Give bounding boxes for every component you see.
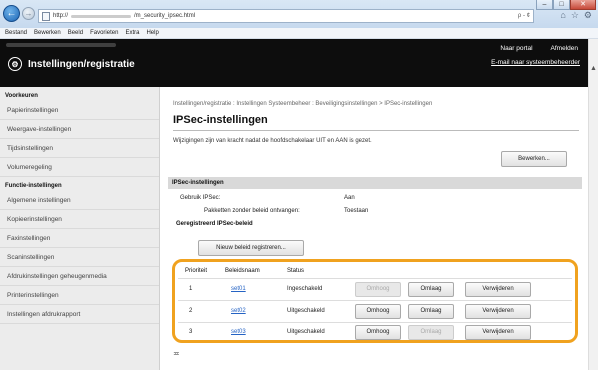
sidebar-item-fax[interactable]: Faxinstellingen bbox=[0, 229, 159, 248]
remove-button[interactable]: Verwijderen bbox=[465, 325, 531, 340]
row-priority: 2 bbox=[189, 308, 193, 314]
sidebar-item-display[interactable]: Weergave-instellingen bbox=[0, 120, 159, 139]
edit-button[interactable]: Bewerken... bbox=[501, 151, 567, 167]
menu-item-tools[interactable]: Extra bbox=[125, 28, 139, 38]
policy-name-link[interactable]: set02 bbox=[231, 308, 246, 314]
scrollbar[interactable]: ▲ bbox=[588, 39, 598, 370]
page-end-icon: ≖ bbox=[173, 349, 180, 358]
move-up-button[interactable]: Omhoog bbox=[355, 304, 401, 319]
logout-link[interactable]: Afmelden bbox=[551, 45, 578, 52]
address-host-redacted bbox=[71, 14, 132, 18]
maximize-icon[interactable]: □ bbox=[553, 0, 570, 10]
app-header: Naar portal Afmelden E-mail naar systeem… bbox=[0, 39, 588, 87]
sidebar: Voorkeuren Papierinstellingen Weergave-i… bbox=[0, 87, 160, 370]
settings-icon: ⚙ bbox=[8, 57, 22, 71]
app-title: Instellingen/registratie bbox=[28, 58, 135, 70]
menu-item-edit[interactable]: Bewerken bbox=[34, 28, 61, 38]
window-controls: – □ ✕ bbox=[536, 0, 596, 10]
gear-icon[interactable]: ⚙ bbox=[584, 10, 592, 21]
row-status: Uitgeschakeld bbox=[287, 308, 325, 314]
register-new-policy-button[interactable]: Nieuw beleid registreren... bbox=[198, 240, 304, 256]
sidebar-item-paper[interactable]: Papierinstellingen bbox=[0, 101, 159, 120]
browser-chrome: – □ ✕ ← → http:// /m_security_ipsec.html… bbox=[0, 0, 598, 28]
use-ipsec-label: Gebruik IPSec: bbox=[180, 195, 221, 201]
policy-table: Prioriteit Beleidsnaam Status 1 set01 In… bbox=[172, 259, 578, 343]
breadcrumb: Instellingen/registratie : Instellingen … bbox=[173, 101, 433, 107]
back-icon[interactable]: ← bbox=[3, 5, 20, 22]
address-bar[interactable]: http:// /m_security_ipsec.html ρ - ¢ bbox=[38, 9, 534, 23]
sidebar-item-media-print[interactable]: Afdrukinstellingen geheugenmedia bbox=[0, 267, 159, 286]
move-up-button[interactable]: Omhoog bbox=[355, 282, 401, 297]
address-path: /m_security_ipsec.html bbox=[134, 13, 196, 19]
col-priority: Prioriteit bbox=[185, 268, 208, 274]
accept-packets-label: Pakketten zonder beleid ontvangen: bbox=[204, 208, 300, 214]
use-ipsec-value: Aan bbox=[344, 195, 355, 201]
page-icon bbox=[42, 11, 50, 21]
sidebar-item-copy[interactable]: Kopieerinstellingen bbox=[0, 210, 159, 229]
portal-link[interactable]: Naar portal bbox=[500, 45, 532, 52]
restart-note: Wijzigingen zijn van kracht nadat de hoo… bbox=[173, 138, 372, 144]
col-status: Status bbox=[287, 268, 305, 274]
email-admin-link[interactable]: E-mail naar systeembeheerder bbox=[491, 59, 580, 66]
home-icon[interactable]: ⌂ bbox=[560, 10, 565, 21]
move-up-button[interactable]: Omhoog bbox=[355, 325, 401, 340]
device-name-redacted bbox=[6, 43, 116, 47]
browser-window: – □ ✕ ← → http:// /m_security_ipsec.html… bbox=[0, 0, 598, 370]
menu-item-help[interactable]: Help bbox=[146, 28, 158, 38]
forward-icon[interactable]: → bbox=[22, 7, 35, 20]
move-down-button[interactable]: Omlaag bbox=[408, 304, 454, 319]
table-row: 2 set02 Uitgeschakeld Omhoog Omlaag Verw… bbox=[175, 301, 575, 322]
move-down-button[interactable]: Omlaag bbox=[408, 325, 454, 340]
row-priority: 3 bbox=[189, 329, 193, 335]
registered-policy-header: Geregistreerd IPSec-beleid bbox=[176, 221, 253, 227]
move-down-button[interactable]: Omlaag bbox=[408, 282, 454, 297]
policy-name-link[interactable]: set01 bbox=[231, 286, 246, 292]
menu-item-view[interactable]: Beeld bbox=[68, 28, 83, 38]
scroll-up-icon[interactable]: ▲ bbox=[590, 65, 597, 72]
col-policy-name: Beleidsnaam bbox=[225, 268, 260, 274]
favorites-icon[interactable]: ☆ bbox=[571, 10, 579, 21]
remove-button[interactable]: Verwijderen bbox=[465, 282, 531, 297]
ipsec-settings-header: IPSec-instellingen bbox=[168, 177, 582, 189]
sidebar-item-volume[interactable]: Volumeregeling bbox=[0, 158, 159, 177]
policy-name-link[interactable]: set03 bbox=[231, 329, 246, 335]
sidebar-item-time[interactable]: Tijdsinstellingen bbox=[0, 139, 159, 158]
row-status: Ingeschakeld bbox=[287, 286, 323, 292]
address-text: http:// bbox=[53, 13, 69, 19]
accept-packets-value: Toestaan bbox=[344, 208, 369, 214]
menu-item-favorites[interactable]: Favorieten bbox=[90, 28, 118, 38]
remove-button[interactable]: Verwijderen bbox=[465, 304, 531, 319]
divider bbox=[173, 130, 579, 131]
address-controls[interactable]: ρ - ¢ bbox=[518, 13, 530, 19]
sidebar-section-preferences: Voorkeuren bbox=[5, 93, 38, 99]
sidebar-item-general[interactable]: Algemene instellingen bbox=[0, 191, 159, 210]
close-icon[interactable]: ✕ bbox=[570, 0, 596, 10]
sidebar-item-printer[interactable]: Printerinstellingen bbox=[0, 286, 159, 305]
sidebar-item-report[interactable]: Instellingen afdrukrapport bbox=[0, 305, 159, 324]
main-content: Instellingen/registratie : Instellingen … bbox=[168, 87, 582, 370]
minimize-icon[interactable]: – bbox=[536, 0, 553, 10]
table-row: 1 set01 Ingeschakeld Omhoog Omlaag Verwi… bbox=[175, 279, 575, 300]
row-priority: 1 bbox=[189, 286, 193, 292]
menu-item-file[interactable]: Bestand bbox=[5, 28, 27, 38]
menu-bar: Bestand Bewerken Beeld Favorieten Extra … bbox=[0, 28, 598, 39]
row-status: Uitgeschakeld bbox=[287, 329, 325, 335]
page-title: IPSec-instellingen bbox=[173, 114, 268, 126]
table-row: 3 set03 Uitgeschakeld Omhoog Omlaag Verw… bbox=[175, 322, 575, 343]
sidebar-item-scan[interactable]: Scaninstellingen bbox=[0, 248, 159, 267]
sidebar-section-functions: Functie-instellingen bbox=[5, 183, 62, 189]
